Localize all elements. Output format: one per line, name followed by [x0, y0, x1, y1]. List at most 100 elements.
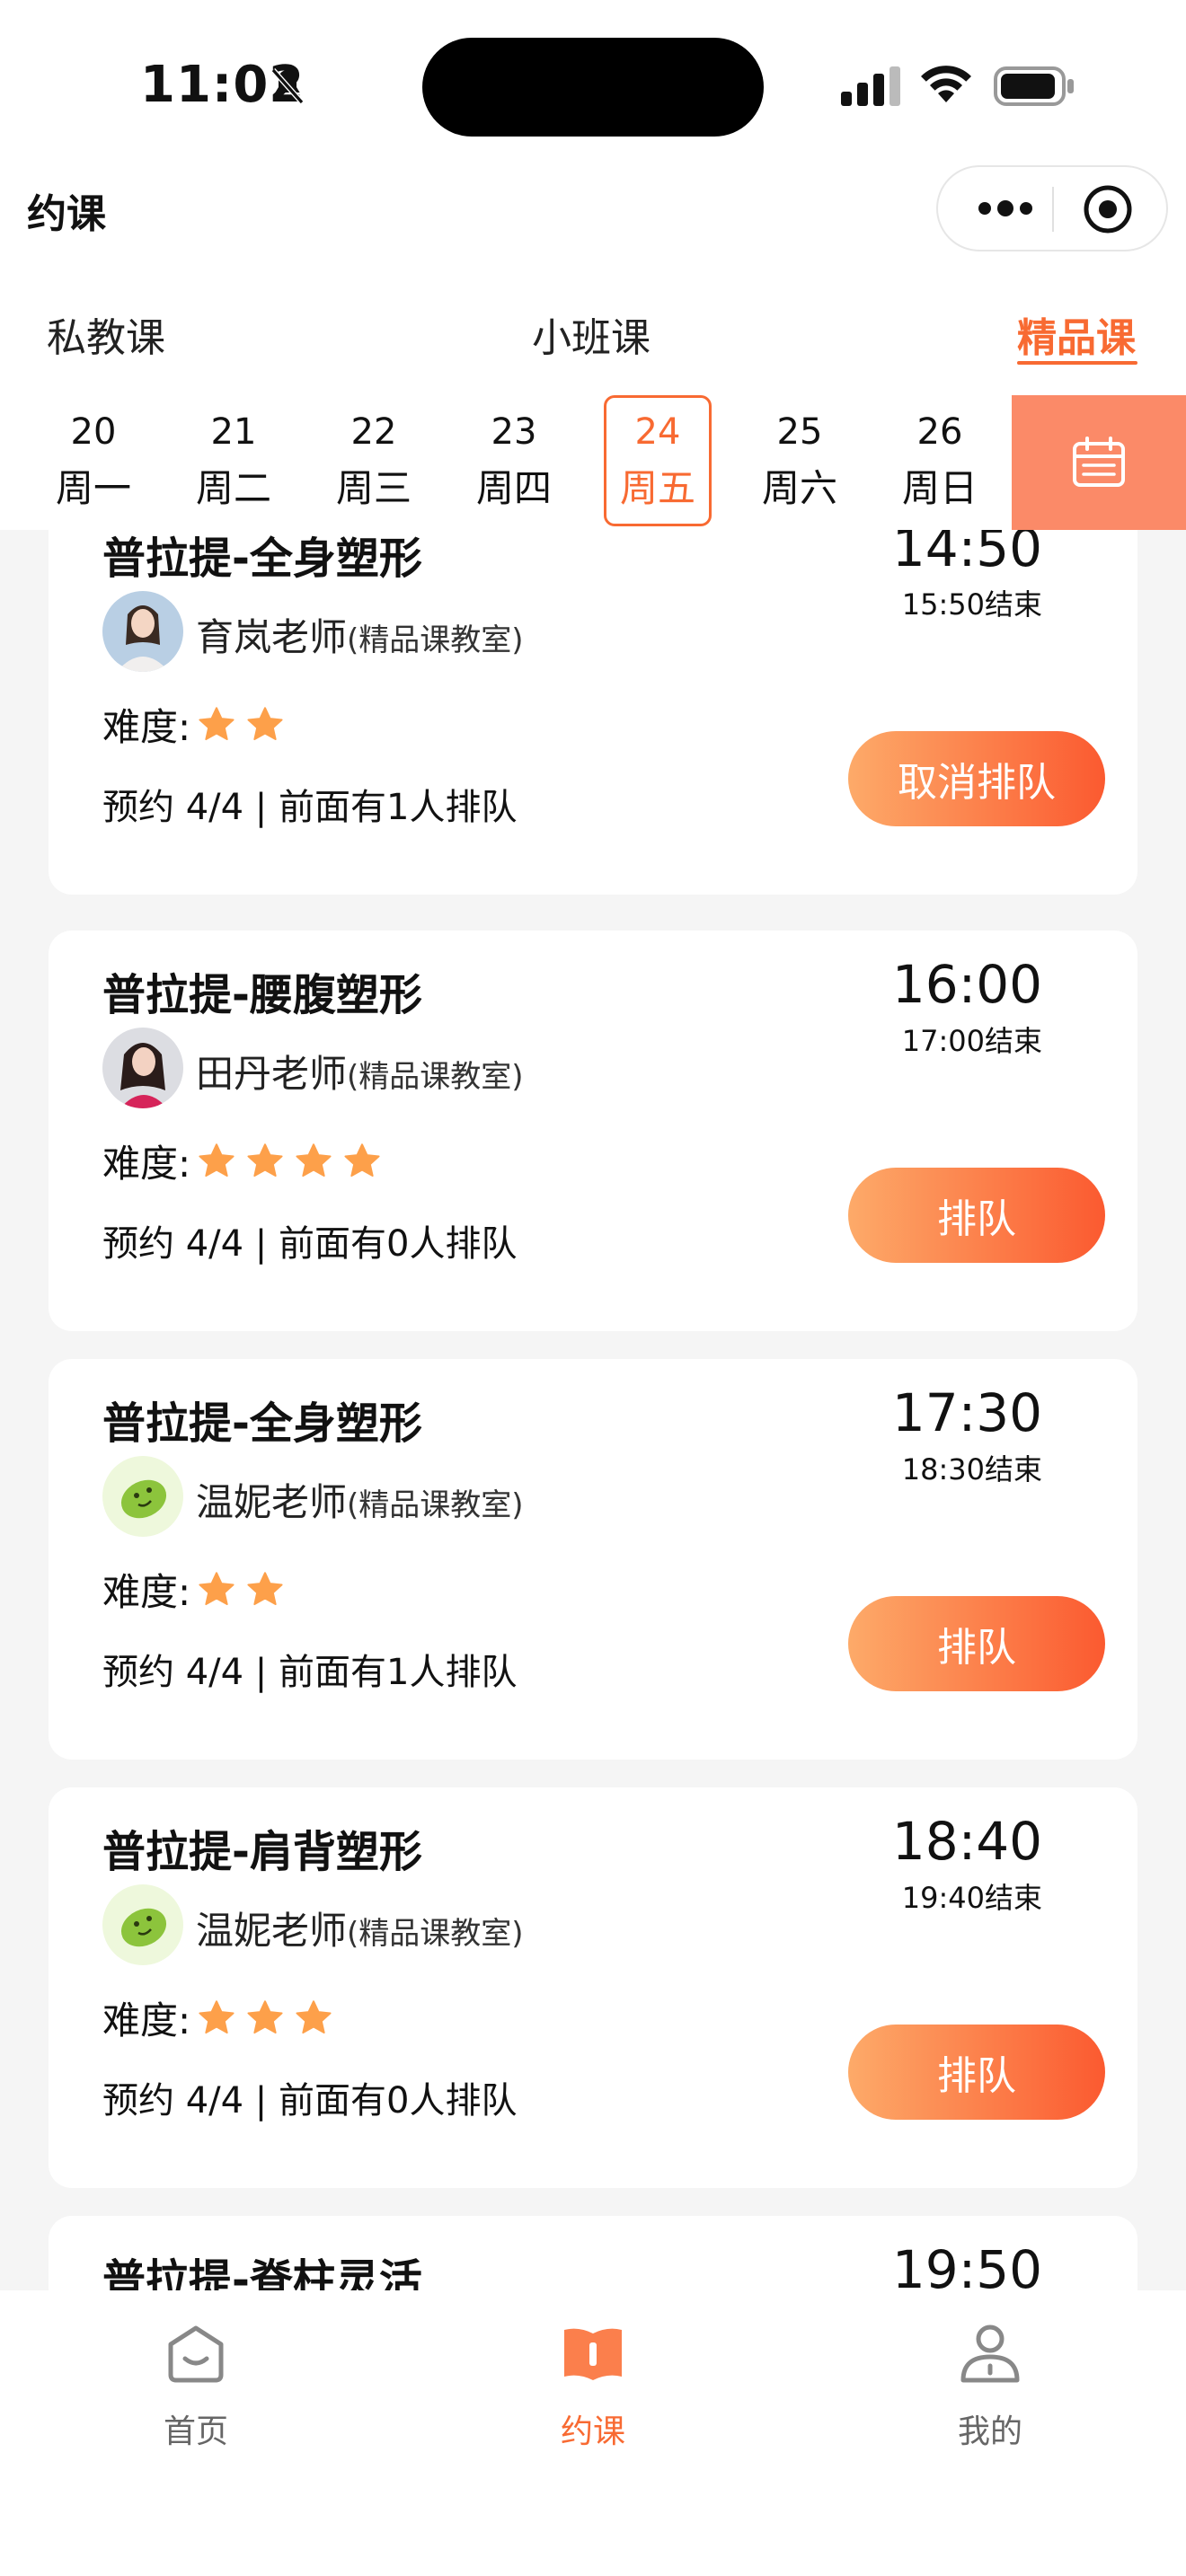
tabbar-home[interactable]: 首页: [106, 2317, 286, 2452]
tabbar-label: 约课: [560, 2413, 625, 2450]
star-icon: [199, 1571, 235, 1605]
course-start-time: 14:50: [891, 530, 1042, 578]
nav-bar: 约课: [0, 162, 1186, 287]
star-icon: [247, 1142, 283, 1177]
tabbar-label: 首页: [163, 2413, 228, 2450]
classroom-name: (精品课教室): [347, 1916, 524, 1952]
course-card[interactable]: 普拉提-脊柱灵活 19:50: [49, 2216, 1137, 2290]
date-item[interactable]: 23 周四: [460, 395, 568, 530]
home-icon: [168, 2325, 224, 2383]
calendar-button[interactable]: [1012, 395, 1186, 530]
difficulty-rating: 难度:: [102, 1990, 341, 2045]
date-weekday: 周三: [335, 466, 412, 510]
date-number: 26: [916, 411, 963, 453]
teacher-name: 田丹老师(精品课教室): [196, 1044, 524, 1098]
cellular-signal-icon: [841, 66, 900, 106]
active-tab-underline: [1017, 361, 1137, 365]
close-mini-program-icon[interactable]: [1082, 183, 1134, 235]
star-icon: [344, 1142, 380, 1177]
teacher-avatar: [102, 1028, 183, 1108]
teacher-name-text: 育岚老师: [196, 615, 348, 659]
difficulty-label: 难度:: [102, 1570, 191, 1614]
date-number: 20: [70, 411, 117, 453]
difficulty-stars: [196, 704, 293, 745]
tab-small-class[interactable]: 小班课: [532, 305, 651, 363]
date-weekday: 周日: [901, 466, 978, 510]
date-item[interactable]: 20 周一: [40, 395, 147, 530]
booking-status: 预约 4/4 | 前面有0人排队: [102, 1223, 518, 1265]
wifi-icon: [921, 66, 971, 102]
difficulty-rating: 难度:: [102, 1134, 390, 1188]
teacher-avatar: [102, 1884, 183, 1965]
difficulty-stars: [196, 1141, 390, 1182]
course-list[interactable]: 普拉提-全身塑形 14:50 15:50结束 育岚老师(精品课教室) 难度: 预…: [0, 530, 1186, 2290]
capsule-divider: [1052, 187, 1054, 232]
booking-status: 预约 4/4 | 前面有0人排队: [102, 2080, 518, 2122]
difficulty-label: 难度:: [102, 1142, 191, 1186]
course-start-time: 17:30: [891, 1382, 1042, 1443]
date-item[interactable]: 25 周六: [746, 395, 854, 530]
teacher-name-text: 温妮老师: [196, 1909, 348, 1953]
course-title: 普拉提-全身塑形: [102, 1398, 422, 1449]
course-title: 普拉提-全身塑形: [102, 534, 422, 584]
tab-premium-class[interactable]: 精品课: [1017, 305, 1136, 363]
star-icon: [247, 1999, 283, 2033]
teacher-name-text: 田丹老师: [196, 1052, 348, 1096]
course-title: 普拉提-腰腹塑形: [102, 970, 422, 1020]
course-card[interactable]: 普拉提-肩背塑形 18:40 19:40结束 温妮老师(精品课教室) 难度: 预…: [49, 1787, 1137, 2188]
star-icon: [199, 1999, 235, 2033]
teacher-name: 温妮老师(精品课教室): [196, 1472, 524, 1527]
date-number: 21: [210, 411, 257, 453]
date-item-selected[interactable]: 24 周五: [604, 395, 712, 530]
star-icon: [296, 1142, 332, 1177]
teacher-name: 温妮老师(精品课教室): [196, 1901, 524, 1955]
course-card[interactable]: 普拉提-全身塑形 14:50 15:50结束 育岚老师(精品课教室) 难度: 预…: [49, 530, 1137, 895]
course-end-time: 17:00结束: [901, 1024, 1042, 1058]
tabbar-profile[interactable]: 我的: [900, 2317, 1080, 2452]
date-item[interactable]: 26 周日: [886, 395, 994, 530]
difficulty-label: 难度:: [102, 1998, 191, 2042]
difficulty-stars: [196, 1998, 341, 2039]
course-card[interactable]: 普拉提-全身塑形 17:30 18:30结束 温妮老师(精品课教室) 难度: 预…: [49, 1359, 1137, 1760]
dynamic-island: [422, 38, 764, 137]
course-end-time: 19:40结束: [901, 1881, 1042, 1915]
course-end-time: 15:50结束: [901, 587, 1042, 622]
profile-icon: [960, 2325, 1020, 2383]
teacher-name: 育岚老师(精品课教室): [196, 607, 524, 662]
bell-muted-icon: [270, 68, 305, 104]
selected-date-outline: [604, 395, 712, 526]
course-start-time: 19:50: [891, 2239, 1042, 2290]
difficulty-stars: [196, 1569, 293, 1610]
date-item[interactable]: 21 周二: [180, 395, 288, 530]
course-card[interactable]: 普拉提-腰腹塑形 16:00 17:00结束 田丹老师(精品课教室) 难度: 预…: [49, 931, 1137, 1331]
queue-button[interactable]: 排队: [848, 1596, 1105, 1691]
battery-icon: [994, 66, 1074, 106]
star-icon: [199, 1142, 235, 1177]
course-title: 普拉提-肩背塑形: [102, 1827, 422, 1877]
course-start-time: 16:00: [891, 954, 1042, 1015]
bottom-tab-bar: 首页 约课 我的: [0, 2290, 1186, 2576]
date-strip: 20 周一 21 周二 22 周三 23 周四 24 周五 25 周六 26 周…: [0, 395, 1186, 530]
tabbar-booking[interactable]: 约课: [503, 2317, 683, 2452]
date-number: 22: [350, 411, 397, 453]
category-tabs: 私教课 小班课 精品课: [0, 287, 1186, 395]
cancel-queue-button[interactable]: 取消排队: [848, 731, 1105, 826]
course-title: 普拉提-脊柱灵活: [102, 2255, 422, 2290]
booking-status: 预约 4/4 | 前面有1人排队: [102, 1652, 518, 1693]
date-weekday: 周一: [55, 466, 131, 510]
tab-private-class[interactable]: 私教课: [47, 305, 165, 363]
course-end-time: 18:30结束: [901, 1452, 1042, 1486]
queue-button[interactable]: 排队: [848, 2025, 1105, 2120]
date-item[interactable]: 22 周三: [320, 395, 428, 530]
course-start-time: 18:40: [891, 1811, 1042, 1872]
queue-button[interactable]: 排队: [848, 1168, 1105, 1263]
classroom-name: (精品课教室): [347, 1059, 524, 1095]
mini-program-capsule: [936, 165, 1168, 251]
more-icon[interactable]: [974, 194, 1037, 223]
star-icon: [247, 1571, 283, 1605]
star-icon: [199, 706, 235, 740]
date-number: 23: [491, 411, 537, 453]
date-number: 25: [776, 411, 823, 453]
book-icon: [564, 2328, 622, 2380]
classroom-name: (精品课教室): [347, 1487, 524, 1523]
